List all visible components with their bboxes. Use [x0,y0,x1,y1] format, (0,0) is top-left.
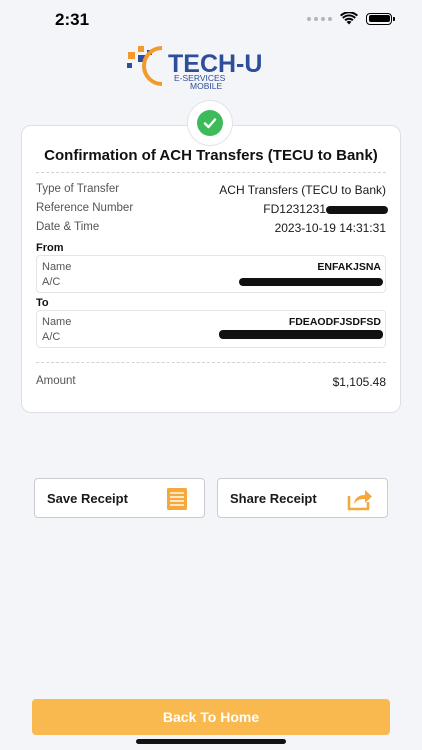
to-section-label: To [36,297,49,309]
home-indicator[interactable] [136,739,286,744]
redaction-mark [239,278,383,286]
signal-dots-icon [307,16,332,21]
logo-subtitle-2: MOBILE [190,81,222,90]
from-account-label: A/C [42,276,61,288]
tech-u-logo: TECH-U E-SERVICES MOBILE [127,46,262,90]
from-account-box: Name ENFAKJSNA A/C [36,255,386,293]
reference-number-label: Reference Number [36,202,134,214]
document-stack-icon [167,488,187,510]
check-icon [197,110,223,136]
to-account-label: A/C [42,331,61,343]
back-to-home-button[interactable]: Back To Home [32,699,390,735]
amount-label: Amount [36,375,76,387]
redaction-mark [326,206,388,214]
from-section-label: From [36,242,64,254]
wifi-icon [340,12,358,25]
transfer-type-row: Type of Transfer ACH Transfers (TECU to … [36,183,386,199]
success-badge [187,100,233,146]
battery-icon [366,12,395,25]
from-name-label: Name [42,261,72,273]
confirmation-card: Confirmation of ACH Transfers (TECU to B… [21,125,401,413]
date-time-value: 2023-10-19 14:31:31 [274,221,386,235]
redaction-mark [219,330,383,339]
from-name-value: ENFAKJSNA [317,261,381,273]
back-to-home-label: Back To Home [162,709,260,725]
reference-number-value: FD1231231 [263,202,326,216]
confirmation-title: Confirmation of ACH Transfers (TECU to B… [44,147,378,164]
status-icons [307,12,395,25]
to-account-box: Name FDEAODFJSDFSD A/C [36,310,386,348]
save-receipt-label: Save Receipt [47,491,128,506]
save-receipt-button[interactable]: Save Receipt [34,478,205,518]
reference-number-row: Reference Number FD1231231 [36,202,388,218]
date-time-label: Date & Time [36,221,100,233]
amount-row: Amount $1,105.48 [36,375,386,391]
share-receipt-label: Share Receipt [230,491,317,506]
amount-value: $1,105.48 [332,375,386,389]
share-icon [347,490,372,511]
transfer-type-label: Type of Transfer [36,183,120,195]
date-time-row: Date & Time 2023-10-19 14:31:31 [36,221,386,237]
status-bar: 2:31 [0,0,422,44]
to-name-value: FDEAODFJSDFSD [288,316,381,328]
to-name-label: Name [42,316,72,328]
share-receipt-button[interactable]: Share Receipt [217,478,388,518]
transfer-type-value: ACH Transfers (TECU to Bank) [219,183,386,197]
divider [36,172,386,173]
status-time: 2:31 [55,10,90,29]
divider [36,362,386,363]
